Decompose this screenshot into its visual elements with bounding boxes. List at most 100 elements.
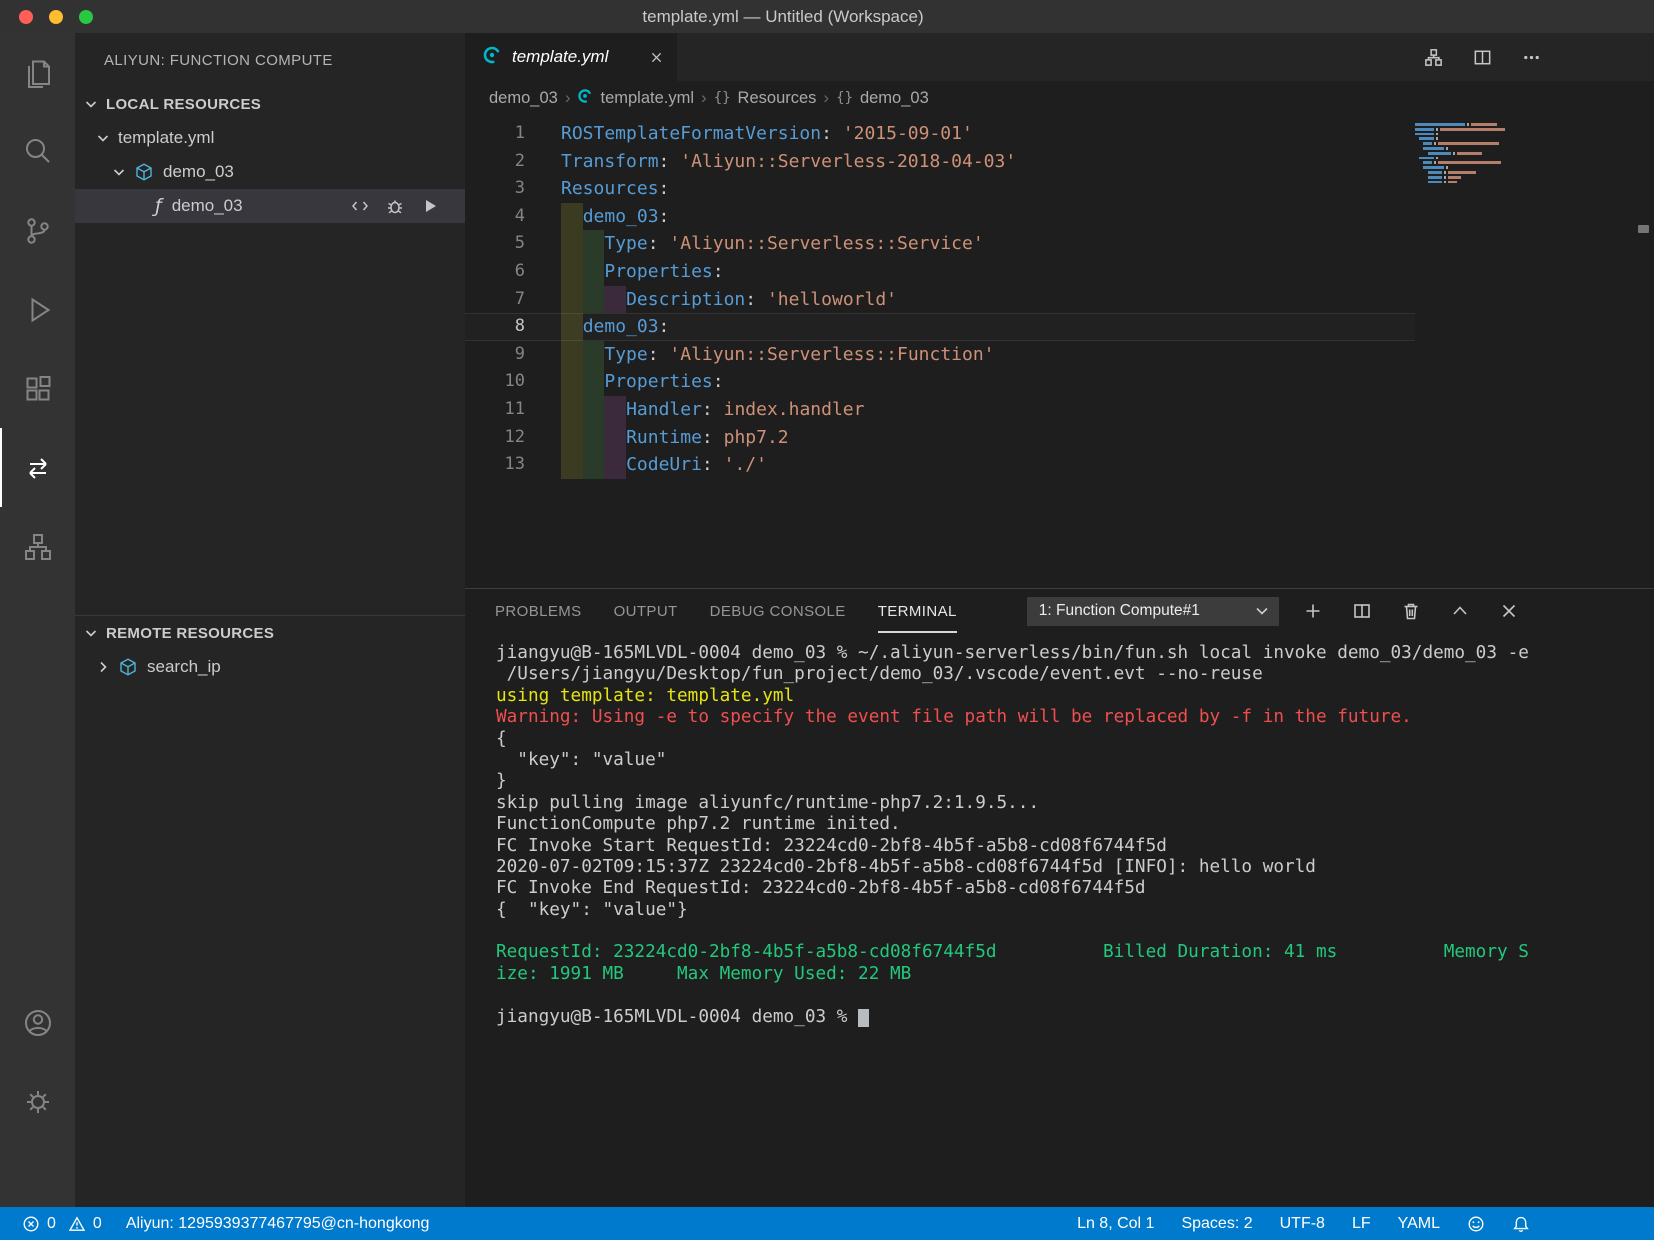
tab-terminal[interactable]: TERMINAL — [877, 589, 957, 633]
code-line-8[interactable]: 8 demo_03: — [465, 313, 1415, 341]
terminal-output[interactable]: jiangyu@B-165MLVDL-0004 demo_03 % ~/.ali… — [465, 633, 1654, 1207]
cursor-position[interactable]: Ln 8, Col 1 — [1077, 1215, 1154, 1233]
code-line-7[interactable]: 7 Description: 'helloworld' — [465, 285, 1415, 314]
minimap[interactable] — [1415, 123, 1527, 185]
terminal-line: jiangyu@B-165MLVDL-0004 demo_03 % — [496, 1007, 1654, 1028]
problems-indicator[interactable]: 0 0 — [22, 1215, 102, 1233]
terminal-line: using template: template.yml — [496, 685, 795, 706]
source-control-icon[interactable] — [0, 191, 75, 270]
close-window-button[interactable] — [19, 10, 33, 24]
split-editor-button[interactable] — [1472, 47, 1493, 68]
zoom-window-button[interactable] — [79, 10, 93, 24]
activity-bar — [0, 33, 75, 1207]
code-line-12[interactable]: 12 Runtime: php7.2 — [465, 423, 1415, 452]
tree-item-service-demo03[interactable]: demo_03 — [75, 155, 465, 189]
service-cube-icon — [134, 162, 154, 182]
minimize-window-button[interactable] — [49, 10, 63, 24]
deploy-flow-button[interactable] — [1423, 47, 1444, 68]
tree-item-search-ip[interactable]: search_ip — [75, 650, 465, 684]
kill-terminal-trash-button[interactable] — [1401, 601, 1421, 621]
tab-bar: template.yml — [465, 33, 1654, 81]
tab-output[interactable]: OUTPUT — [614, 589, 678, 633]
code-line-13[interactable]: 13 CodeUri: './' — [465, 451, 1415, 479]
code-line-11[interactable]: 11 Handler: index.handler — [465, 395, 1415, 424]
aliyun-file-icon — [577, 88, 593, 109]
remote-resources-section: REMOTE RESOURCES search_ip — [75, 615, 465, 684]
terminal-line: RequestId: 23224cd0-2bf8-4b5f-a5b8-cd08f… — [496, 942, 1529, 963]
aliyun-account-status[interactable]: Aliyun: 1295939377467795@cn-hongkong — [126, 1215, 430, 1233]
code-line-1[interactable]: 1 ROSTemplateFormatVersion: '2015-09-01' — [465, 120, 1415, 148]
chevron-right-icon — [95, 659, 111, 675]
sidebar-empty-space — [75, 223, 465, 615]
chevron-right-icon: › — [564, 88, 571, 107]
tab-label: template.yml — [512, 47, 609, 66]
breadcrumb: demo_03 › template.yml › {} Resources › … — [465, 81, 1654, 115]
feedback-smiley-icon[interactable] — [1467, 1215, 1485, 1233]
close-tab-icon[interactable] — [647, 48, 665, 66]
minimap-content — [1415, 123, 1527, 185]
object-symbol-icon: {} — [713, 90, 731, 106]
panel-header: PROBLEMS OUTPUT DEBUG CONSOLE TERMINAL 1… — [465, 589, 1654, 633]
section-local-resources[interactable]: LOCAL RESOURCES — [75, 87, 465, 121]
code-line-9[interactable]: 9 Type: 'Aliyun::Serverless::Function' — [465, 340, 1415, 369]
status-bar: 0 0 Aliyun: 1295939377467795@cn-hongkong… — [0, 1207, 1654, 1240]
terminal-line: { — [496, 728, 507, 749]
terminal-line: { "key": "value"} — [496, 899, 688, 920]
terminal-line: FC Invoke Start RequestId: 23224cd0-2bf8… — [496, 835, 1167, 856]
tree-item-template-yml[interactable]: template.yml — [75, 121, 465, 155]
code-line-6[interactable]: 6 Properties: — [465, 257, 1415, 286]
chevron-down-icon — [83, 625, 99, 641]
search-icon[interactable] — [0, 112, 75, 191]
terminal-line: Warning: Using -e to specify the event f… — [496, 707, 1412, 728]
breadcrumb-symbol-demo[interactable]: demo_03 — [860, 89, 929, 108]
tab-template-yml[interactable]: template.yml — [465, 33, 677, 81]
extensions-icon[interactable] — [0, 349, 75, 428]
encoding-setting[interactable]: UTF-8 — [1280, 1215, 1325, 1233]
tab-debug-console[interactable]: DEBUG CONSOLE — [710, 589, 846, 633]
scrollbar-thumb[interactable] — [1638, 225, 1649, 233]
code-action-icon[interactable] — [351, 197, 369, 215]
code-line-5[interactable]: 5 Type: 'Aliyun::Serverless::Service' — [465, 230, 1415, 258]
object-symbol-icon: {} — [836, 90, 853, 106]
tree-item-function-demo03[interactable]: ƒ demo_03 — [75, 189, 465, 223]
error-icon — [23, 1215, 39, 1232]
breadcrumb-file[interactable]: template.yml — [600, 89, 694, 108]
serverless-flow-icon[interactable] — [0, 507, 75, 586]
language-mode[interactable]: YAML — [1398, 1215, 1440, 1233]
code-editor[interactable]: 1 ROSTemplateFormatVersion: '2015-09-01' 2… — [465, 115, 1654, 588]
tab-problems[interactable]: PROBLEMS — [495, 589, 582, 633]
eol-setting[interactable]: LF — [1352, 1215, 1371, 1233]
traffic-lights — [19, 10, 93, 24]
bottom-panel: PROBLEMS OUTPUT DEBUG CONSOLE TERMINAL 1… — [465, 588, 1654, 1207]
accounts-icon[interactable] — [0, 983, 75, 1062]
run-local-play-icon[interactable] — [421, 197, 439, 215]
new-terminal-button[interactable] — [1303, 601, 1323, 621]
debug-bug-icon[interactable] — [386, 197, 404, 215]
indentation-setting[interactable]: Spaces: 2 — [1181, 1215, 1252, 1233]
notifications-bell-icon[interactable] — [1512, 1215, 1530, 1233]
terminal-line: "key": "value" — [496, 749, 667, 770]
settings-gear-icon[interactable] — [0, 1062, 75, 1141]
aliyun-function-compute-icon[interactable] — [0, 428, 75, 507]
code-line-10[interactable]: 10 Properties: — [465, 368, 1415, 396]
close-panel-button[interactable] — [1499, 601, 1519, 621]
code-line-3[interactable]: 3 Resources: — [465, 175, 1415, 203]
run-debug-icon[interactable] — [0, 270, 75, 349]
service-cube-icon — [118, 657, 138, 677]
vscode-window: template.yml — Untitled (Workspace) ALIY… — [0, 0, 1654, 1240]
split-terminal-button[interactable] — [1352, 601, 1372, 621]
code-line-4[interactable]: 4 demo_03: — [465, 202, 1415, 231]
code-line-2[interactable]: 2 Transform: 'Aliyun::Serverless-2018-04-… — [465, 148, 1415, 176]
chevron-down-icon — [1256, 607, 1268, 615]
window-title: template.yml — Untitled (Workspace) — [642, 7, 924, 26]
explorer-icon[interactable] — [0, 33, 75, 112]
more-actions-button[interactable] — [1521, 47, 1542, 68]
sidebar: ALIYUN: FUNCTION COMPUTE LOCAL RESOURCES… — [75, 33, 465, 1207]
terminal-line: FC Invoke End RequestId: 23224cd0-2bf8-4… — [496, 878, 1146, 899]
breadcrumb-symbol-res[interactable]: Resources — [738, 89, 817, 108]
breadcrumb-folder[interactable]: demo_03 — [489, 89, 558, 108]
maximize-panel-button[interactable] — [1450, 601, 1470, 621]
terminal-instance-select[interactable]: 1: Function Compute#1 — [1026, 596, 1279, 626]
section-remote-resources[interactable]: REMOTE RESOURCES — [75, 616, 465, 650]
